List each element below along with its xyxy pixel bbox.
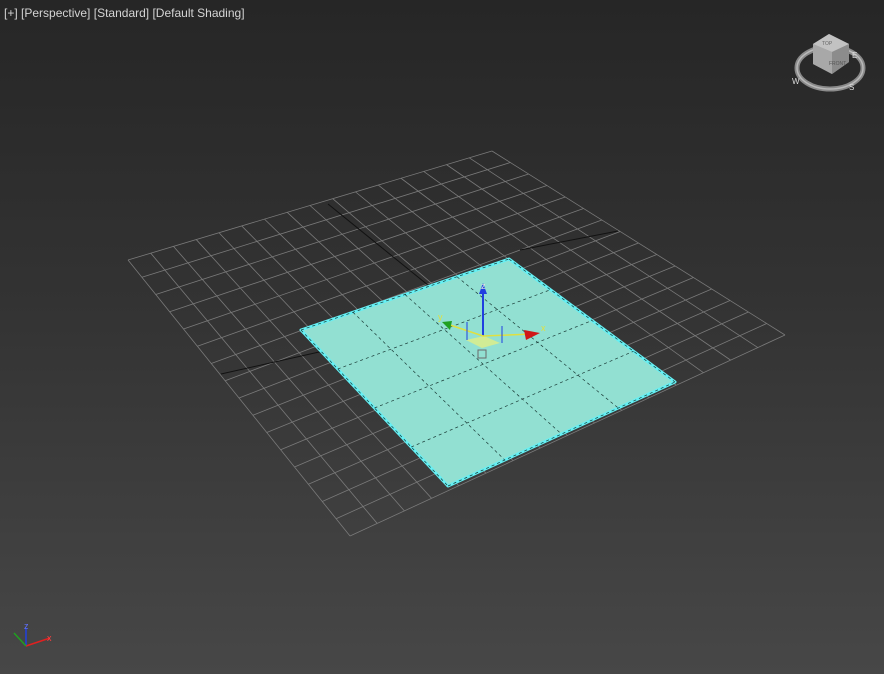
tripod-z-label: z — [24, 621, 29, 631]
compass-e-label: E — [852, 51, 857, 60]
world-axis-tripod: z x — [13, 621, 52, 647]
tripod-x-label: x — [47, 633, 52, 643]
compass-w-label: W — [792, 77, 800, 86]
viewcube-top-label: TOP — [822, 41, 833, 47]
gizmo-z-label: z — [481, 281, 486, 291]
compass-s-label: S — [849, 83, 854, 92]
gizmo-y-label: y — [438, 312, 443, 322]
viewport-scene[interactable]: z y x TOP FRONT W S E z x — [0, 0, 884, 674]
viewcube[interactable]: TOP FRONT W S E — [792, 34, 866, 92]
selected-plane-object[interactable] — [299, 257, 677, 488]
gizmo-x-label: x — [541, 323, 546, 333]
viewcube-front-label: FRONT — [829, 61, 846, 67]
